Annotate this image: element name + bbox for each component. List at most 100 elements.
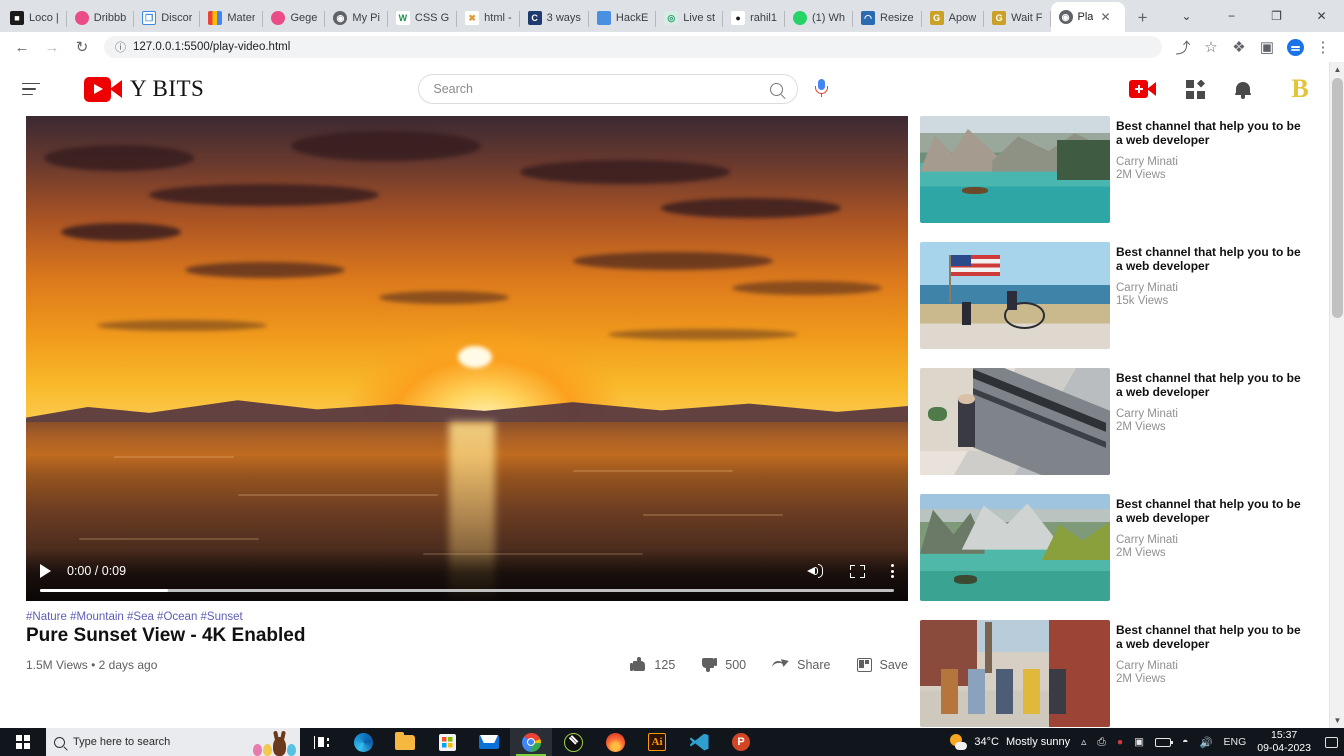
illustrator-button[interactable]: Ai: [636, 728, 678, 756]
video-thumbnail[interactable]: [920, 116, 1110, 223]
start-button[interactable]: [0, 728, 46, 756]
file-explorer-button[interactable]: [384, 728, 426, 756]
page-scrollbar[interactable]: ▲ ▼: [1329, 62, 1344, 728]
browser-tab[interactable]: ◉ My Pi: [325, 4, 388, 32]
list-item[interactable]: Best channel that help you to be a web d…: [920, 620, 1328, 727]
list-item[interactable]: Best channel that help you to be a web d…: [920, 242, 1328, 349]
browser-tab[interactable]: ◎ Live st: [656, 4, 723, 32]
tab-search-icon[interactable]: ⌄: [1164, 0, 1209, 32]
browser-tab[interactable]: G Wait F: [984, 4, 1051, 32]
scroll-up-arrow-icon[interactable]: ▲: [1330, 62, 1344, 77]
list-item[interactable]: Best channel that help you to be a web d…: [920, 116, 1328, 223]
notifications-bell-icon[interactable]: [1235, 80, 1251, 99]
profile-avatar[interactable]: [1282, 33, 1308, 61]
weather-widget[interactable]: 34°C Mostly sunny: [950, 733, 1070, 751]
forward-button[interactable]: →: [38, 33, 66, 61]
close-window-button[interactable]: ✕: [1299, 0, 1344, 32]
extensions-icon[interactable]: ❖: [1226, 33, 1252, 61]
url-text: 127.0.0.1:5500/play-video.html: [133, 41, 291, 53]
microsoft-store-button[interactable]: [426, 728, 468, 756]
tab-title: Dribbb: [93, 12, 127, 24]
powerpoint-button[interactable]: P: [720, 728, 762, 756]
browser-tab[interactable]: ❐ Discor: [134, 4, 201, 32]
video-hashtags[interactable]: #Nature #Mountain #Sea #Ocean #Sunset: [26, 611, 908, 623]
maximize-button[interactable]: ❐: [1254, 0, 1299, 32]
new-tab-button[interactable]: +: [1129, 4, 1157, 32]
dislike-button[interactable]: 500: [701, 657, 746, 672]
vscode-button[interactable]: [678, 728, 720, 756]
search-input[interactable]: Search: [418, 74, 799, 104]
css-grid-favicon: W: [395, 11, 410, 25]
account-avatar[interactable]: B: [1281, 73, 1313, 105]
video-player[interactable]: 0:00 / 0:09: [26, 116, 908, 601]
share-button[interactable]: Share: [772, 658, 830, 672]
edge-button[interactable]: [342, 728, 384, 756]
browser-tab-active[interactable]: ◉ Pla ✕: [1050, 2, 1125, 32]
mail-button[interactable]: [468, 728, 510, 756]
apps-grid-icon[interactable]: [1186, 79, 1205, 99]
list-item[interactable]: Best channel that help you to be a web d…: [920, 368, 1328, 475]
browser-tab[interactable]: Dribbb: [67, 4, 135, 32]
video-thumbnail[interactable]: [920, 494, 1110, 601]
toolbar-actions: ⤴ ☆ ❖ ▣ ⋮: [1170, 33, 1336, 61]
video-thumbnail[interactable]: [920, 368, 1110, 475]
pen-tool-button[interactable]: [552, 728, 594, 756]
language-indicator[interactable]: ENG: [1224, 736, 1247, 748]
taskbar-apps: Ai P: [300, 728, 762, 756]
clock[interactable]: 15:37 09-04-2023: [1257, 729, 1311, 755]
microphone-icon[interactable]: [814, 79, 829, 99]
fullscreen-icon[interactable]: [850, 564, 865, 578]
bookmark-star-icon[interactable]: ☆: [1198, 33, 1224, 61]
back-button[interactable]: ←: [8, 33, 36, 61]
address-bar[interactable]: ⓘ 127.0.0.1:5500/play-video.html: [104, 36, 1162, 58]
list-item[interactable]: Best channel that help you to be a web d…: [920, 494, 1328, 601]
play-button[interactable]: [40, 564, 51, 578]
browser-tab[interactable]: (1) Wh: [785, 4, 853, 32]
close-tab-icon[interactable]: ✕: [1100, 10, 1110, 24]
browser-tab[interactable]: G Apow: [922, 4, 985, 32]
tab-title: Loco |: [29, 12, 59, 24]
volume-icon[interactable]: 🔊: [1199, 736, 1212, 749]
browser-tab[interactable]: Mater: [200, 4, 264, 32]
volume-icon[interactable]: [807, 564, 824, 579]
browser-tab[interactable]: ✖ html -: [457, 4, 520, 32]
video-meta: #Nature #Mountain #Sea #Ocean #Sunset Pu…: [26, 601, 908, 672]
battery-icon[interactable]: [1155, 737, 1174, 747]
share-icon[interactable]: ⤴: [1170, 33, 1196, 61]
like-button[interactable]: 125: [630, 657, 675, 672]
browser-tab[interactable]: ● rahil1: [723, 4, 785, 32]
reload-button[interactable]: ↻: [68, 33, 96, 61]
scroll-down-arrow-icon[interactable]: ▼: [1330, 713, 1344, 728]
video-progress-bar[interactable]: [40, 588, 894, 592]
video-thumbnail[interactable]: [920, 242, 1110, 349]
site-info-icon[interactable]: ⓘ: [115, 39, 126, 55]
taskbar-search-input[interactable]: Type here to search: [46, 728, 300, 756]
action-center-icon[interactable]: [1325, 736, 1338, 748]
antivirus-icon[interactable]: ●: [1117, 736, 1123, 748]
side-panel-icon[interactable]: ▣: [1254, 33, 1280, 61]
browser-tab[interactable]: W CSS G: [388, 4, 458, 32]
browser-tab[interactable]: ◠ Resize: [853, 4, 922, 32]
firefox-button[interactable]: [594, 728, 636, 756]
task-view-button[interactable]: [300, 728, 342, 756]
screen-capture-icon[interactable]: ⎙: [1097, 736, 1105, 749]
video-thumbnail[interactable]: [920, 620, 1110, 727]
scrollbar-thumb[interactable]: [1332, 78, 1343, 318]
create-video-icon[interactable]: [1129, 80, 1156, 98]
browser-tab[interactable]: C 3 ways: [520, 4, 590, 32]
hamburger-menu-icon[interactable]: [22, 82, 48, 96]
folder-icon: [395, 731, 415, 750]
save-button[interactable]: Save: [856, 657, 908, 672]
browser-tab[interactable]: HackE: [589, 4, 657, 32]
browser-tab[interactable]: ■ Loco |: [2, 4, 67, 32]
chrome-menu-icon[interactable]: ⋮: [1310, 33, 1336, 61]
site-logo[interactable]: Y BITS: [84, 76, 204, 102]
onedrive-icon[interactable]: ▣: [1134, 736, 1144, 748]
browser-tab[interactable]: Gege: [263, 4, 326, 32]
search-icon[interactable]: [770, 82, 784, 96]
minimize-button[interactable]: −: [1209, 0, 1254, 32]
more-options-icon[interactable]: [891, 564, 894, 578]
show-hidden-icons-chevron-icon[interactable]: ▵: [1081, 736, 1086, 748]
wifi-icon[interactable]: ◓: [1182, 736, 1188, 748]
chrome-button[interactable]: [510, 728, 552, 756]
